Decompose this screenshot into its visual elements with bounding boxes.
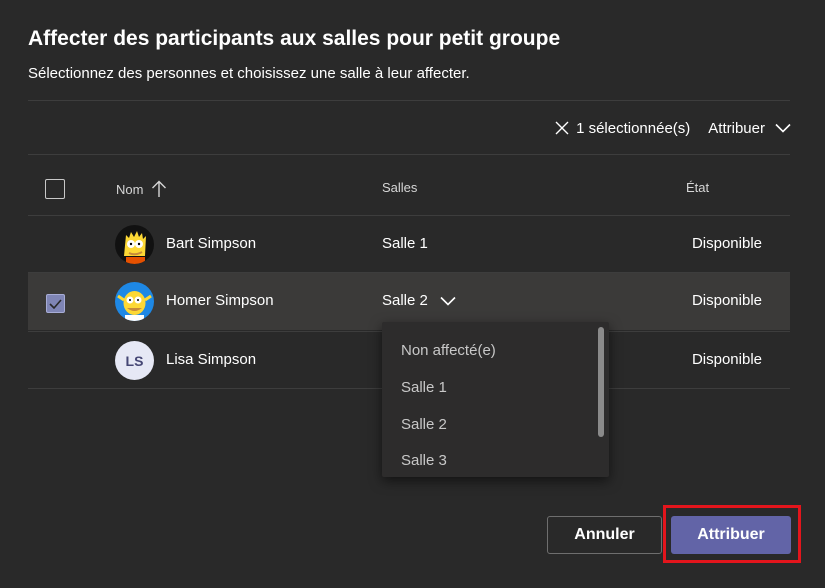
dropdown-scrollbar[interactable] (598, 327, 604, 437)
table-row[interactable]: Bart Simpson Salle 1 Disponible (28, 216, 790, 272)
column-header-state[interactable]: État (686, 180, 709, 195)
avatar-lisa: LS (115, 341, 154, 380)
room-value-label: Salle 2 (382, 292, 428, 309)
room-option-1[interactable]: Salle 1 (401, 379, 447, 396)
checkmark-icon (49, 298, 62, 309)
room-option-2[interactable]: Salle 2 (401, 416, 447, 433)
avatar-bart (115, 225, 154, 264)
assign-participants-dialog: Affecter des participants aux salles pou… (0, 0, 825, 588)
bart-avatar-icon (115, 225, 154, 264)
room-value-label: Salle 1 (382, 235, 428, 252)
room-option-unassigned[interactable]: Non affecté(e) (401, 342, 496, 359)
assign-button[interactable]: Attribuer (671, 516, 791, 554)
chevron-down-icon (775, 123, 791, 133)
column-header-name[interactable]: Nom (116, 180, 167, 198)
row-checkbox-checked[interactable] (46, 294, 65, 313)
clear-selection-button[interactable]: 1 sélectionnée(s) (554, 120, 690, 137)
room-dropdown-trigger[interactable]: Salle 2 (382, 292, 456, 309)
column-header-name-label: Nom (116, 181, 144, 197)
participant-name: Homer Simpson (166, 292, 274, 309)
selection-count: 1 sélectionnée(s) (576, 119, 691, 137)
homer-avatar-icon (115, 282, 154, 321)
state-value: Disponible (691, 292, 762, 309)
state-value: Disponible (691, 351, 762, 368)
state-value: Disponible (691, 235, 762, 252)
participant-name: Bart Simpson (166, 235, 257, 252)
chevron-down-icon[interactable] (440, 296, 456, 306)
sort-ascending-icon[interactable] (151, 180, 167, 198)
dialog-subtitle: Sélectionnez des personnes et choisissez… (28, 65, 470, 82)
toolbar-divider (28, 154, 790, 155)
selection-toolbar: 1 sélectionnée(s) Attribuer (554, 117, 791, 139)
room-dropdown-menu: Non affecté(e) Salle 1 Salle 2 Salle 3 (382, 322, 609, 477)
assign-menu-button[interactable]: Attribuer (708, 120, 791, 137)
room-option-3[interactable]: Salle 3 (401, 452, 447, 469)
column-header-rooms[interactable]: Salles (382, 180, 417, 195)
assign-menu-label: Attribuer (708, 119, 765, 137)
header-divider (28, 100, 790, 101)
room-value[interactable]: Salle 1 (382, 235, 428, 252)
participant-name: Lisa Simpson (166, 351, 257, 368)
cancel-button[interactable]: Annuler (547, 516, 662, 554)
select-all-checkbox[interactable] (45, 179, 65, 199)
close-icon[interactable] (554, 120, 570, 136)
dialog-title: Affecter des participants aux salles pou… (28, 27, 561, 50)
avatar-homer (115, 282, 154, 321)
